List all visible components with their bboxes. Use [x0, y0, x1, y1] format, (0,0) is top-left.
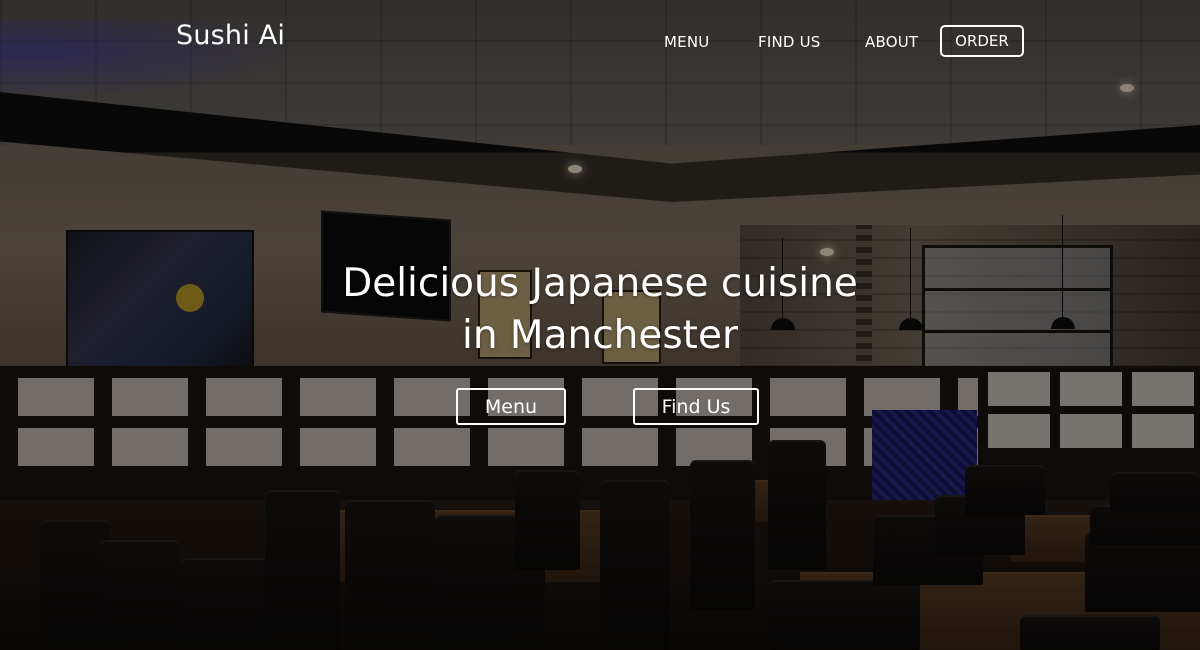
nav-link-find-us[interactable]: FIND US	[758, 33, 821, 51]
hero-find-us-button[interactable]: Find Us	[633, 388, 759, 425]
hero-title-line-1: Delicious Japanese cuisine	[342, 261, 858, 306]
nav-link-menu[interactable]: MENU	[664, 33, 709, 51]
brand-logo[interactable]: Sushi Ai	[176, 20, 285, 51]
hero-title-line-2: in Manchester	[461, 313, 738, 358]
nav-link-about[interactable]: ABOUT	[865, 33, 918, 51]
top-navbar: Sushi Ai MENU FIND US ABOUT ORDER	[0, 0, 1200, 85]
order-button[interactable]: ORDER	[940, 25, 1024, 57]
hero-title: Delicious Japanese cuisine in Manchester	[300, 258, 900, 362]
hero-menu-button[interactable]: Menu	[456, 388, 566, 425]
